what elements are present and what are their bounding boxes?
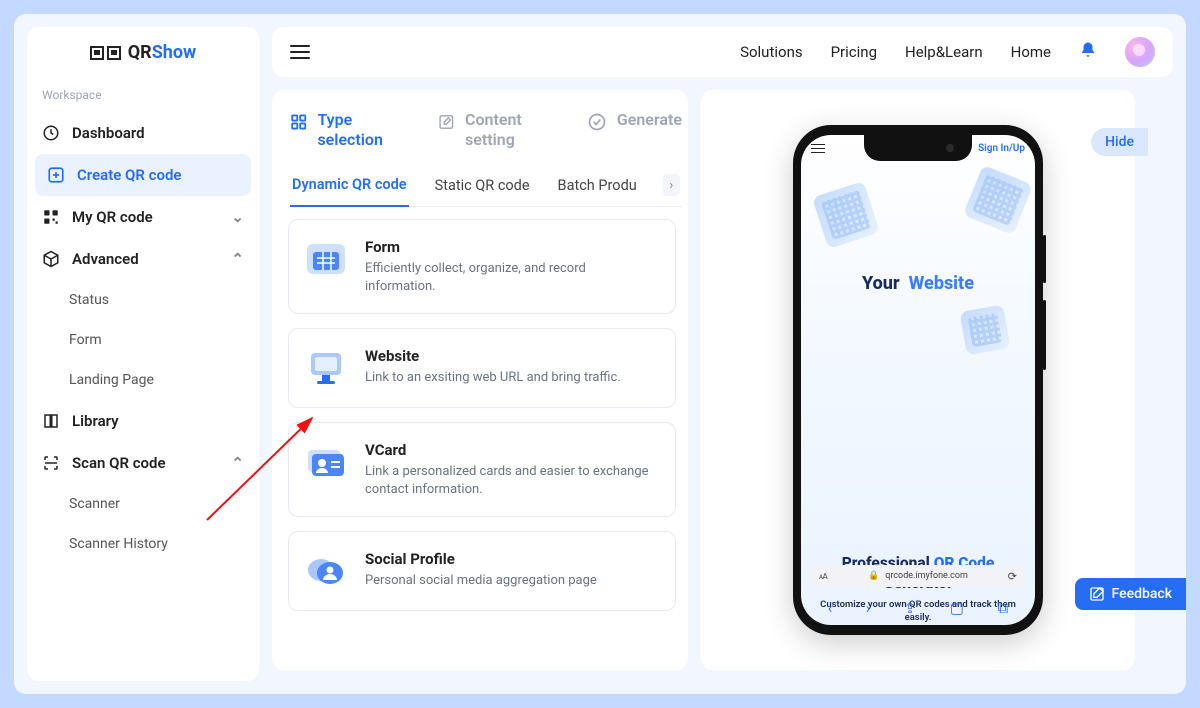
logo-text-qr: QR [128, 42, 152, 63]
phone-hero-title: Your Website [801, 273, 1035, 294]
feedback-button[interactable]: Feedback [1075, 578, 1186, 610]
website-icon [305, 347, 347, 389]
step-content-setting[interactable]: Content setting [438, 110, 556, 150]
type-title: Social Profile [365, 550, 597, 568]
sidebar-item-library[interactable]: Library [27, 400, 259, 442]
nav-label: Library [72, 412, 119, 430]
type-card-social[interactable]: Social Profile Personal social media aggr… [288, 531, 676, 611]
dashboard-icon [42, 124, 60, 142]
nav-label: Scan QR code [72, 454, 166, 472]
feedback-label: Feedback [1112, 586, 1172, 602]
preview-panel: Hide Sign In/Up Your Website Professiona… [701, 90, 1135, 670]
phone-mockup: Sign In/Up Your Website Professional QR … [793, 125, 1043, 635]
phone-safari-actions: ‹ › ⇪ ▢ ⧉ [811, 599, 1025, 617]
phone-notch [864, 135, 972, 161]
type-card-website[interactable]: Website Link to an exsiting web URL and b… [288, 328, 676, 408]
edit-icon [1089, 586, 1105, 602]
sidebar-item-advanced[interactable]: Advanced ⌃ [27, 238, 259, 280]
sidebar-item-scan[interactable]: Scan QR code ⌃ [27, 442, 259, 484]
myqr-icon [42, 208, 60, 226]
type-list[interactable]: Form Efficiently collect, organize, and r… [288, 219, 682, 625]
phone-menu-icon [811, 144, 825, 154]
type-desc: Link to an exsiting web URL and bring tr… [365, 369, 621, 387]
sidebar-sub-landing[interactable]: Landing Page [27, 360, 259, 400]
sidebar-sub-form[interactable]: Form [27, 320, 259, 360]
type-desc: Efficiently collect, organize, and recor… [365, 260, 659, 295]
nav-label: Dashboard [72, 124, 145, 142]
nav-home[interactable]: Home [1011, 43, 1051, 61]
sidebar-item-dashboard[interactable]: Dashboard [27, 112, 259, 154]
sidebar: QRShow Workspace Dashboard Create QR cod… [27, 27, 259, 681]
chevron-down-icon: ⌄ [231, 208, 244, 226]
scan-icon [42, 454, 60, 472]
chevron-up-icon: ⌃ [231, 454, 244, 472]
nav-label: My QR code [72, 208, 153, 226]
logo-text-show: Show [152, 42, 197, 63]
type-card-vcard[interactable]: VCard Link a personalized cards and easie… [288, 422, 676, 517]
sidebar-sub-scanner[interactable]: Scanner [27, 484, 259, 524]
share-icon: ⇪ [904, 599, 917, 617]
phone-url-bar: 🔒qrcode.imyfone.com [811, 565, 1025, 587]
bookmarks-icon: ▢ [950, 599, 964, 617]
step-label: Content setting [465, 110, 557, 150]
qr-logo-icon [90, 46, 121, 60]
step-type-selection[interactable]: Type selection [290, 110, 408, 150]
decor-cube-icon [963, 165, 1033, 235]
type-desc: Personal social media aggregation page [365, 572, 597, 590]
sidebar-item-create-qr[interactable]: Create QR code [35, 154, 251, 196]
check-icon [587, 112, 607, 132]
step-generate[interactable]: Generate [587, 110, 682, 132]
type-desc: Link a personalized cards and easier to … [365, 463, 659, 498]
phone-signin: Sign In/Up [978, 143, 1025, 154]
topbar: Solutions Pricing Help&Learn Home [272, 27, 1173, 77]
forward-icon: › [866, 599, 871, 617]
book-icon [42, 412, 60, 430]
sidebar-sub-status[interactable]: Status [27, 280, 259, 320]
decor-cube-icon [812, 181, 880, 249]
social-icon [305, 550, 347, 592]
logo[interactable]: QRShow [27, 27, 259, 73]
tab-batch[interactable]: Batch Produ [556, 165, 639, 206]
step-label: Generate [617, 110, 682, 130]
create-icon [47, 166, 65, 184]
content-panel: Type selection Content setting Generate … [272, 90, 688, 670]
nav-pricing[interactable]: Pricing [831, 43, 877, 61]
type-title: VCard [365, 441, 659, 459]
qr-type-tabs: Dynamic QR code Static QR code Batch Pro… [288, 164, 682, 207]
sidebar-item-my-qr[interactable]: My QR code ⌄ [27, 196, 259, 238]
phone-screen: Sign In/Up Your Website Professional QR … [801, 135, 1035, 625]
tab-static[interactable]: Static QR code [433, 165, 532, 206]
step-label: Type selection [317, 110, 408, 150]
type-title: Form [365, 238, 659, 256]
hide-button[interactable]: Hide [1091, 128, 1148, 156]
back-icon: ‹ [828, 599, 833, 617]
grid-icon [290, 112, 307, 132]
tab-dynamic[interactable]: Dynamic QR code [290, 164, 409, 207]
workspace-label: Workspace [27, 73, 259, 112]
tabs-scroll-right[interactable]: › [663, 174, 680, 196]
decor-cube-icon [960, 305, 1011, 356]
sidebar-sub-scanner-history[interactable]: Scanner History [27, 524, 259, 564]
nav-help[interactable]: Help&Learn [905, 43, 983, 61]
form-icon [305, 238, 347, 280]
nav-solutions[interactable]: Solutions [740, 43, 803, 61]
type-title: Website [365, 347, 621, 365]
edit-icon [438, 112, 455, 132]
vcard-icon [305, 441, 347, 483]
nav-label: Advanced [72, 250, 139, 268]
chevron-up-icon: ⌃ [231, 250, 244, 268]
bell-icon[interactable] [1079, 40, 1097, 64]
type-card-form[interactable]: Form Efficiently collect, organize, and r… [288, 219, 676, 314]
wizard-steps: Type selection Content setting Generate [288, 106, 682, 164]
avatar[interactable] [1125, 37, 1155, 67]
tabs-icon: ⧉ [997, 599, 1008, 617]
nav-label: Create QR code [77, 166, 181, 184]
cube-icon [42, 250, 60, 268]
menu-icon[interactable] [290, 45, 310, 59]
